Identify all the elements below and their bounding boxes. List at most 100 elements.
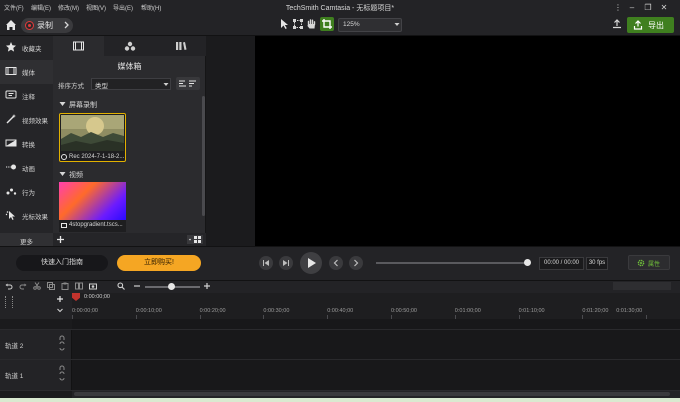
add-track-icon[interactable] [56,295,64,303]
sort-label: 排序方式 [58,83,84,90]
chevron-right-icon[interactable] [62,20,71,30]
timeline-ruler[interactable] [72,293,680,319]
track-header-2[interactable]: 轨道 2 [0,330,72,359]
star-icon [5,41,17,53]
zoom-magnifier-icon[interactable] [117,282,125,290]
rail-more-label: 更多 [20,239,33,246]
group-videos: 视频 [69,172,83,179]
export-icon [633,20,643,30]
crop-handles-icon[interactable] [292,18,304,30]
next-marker-icon[interactable] [349,256,363,270]
panel-scrollbar[interactable] [202,96,205,216]
library-icon [124,41,136,51]
magnet-snap-icon[interactable] [5,296,13,308]
status-strip [0,398,680,402]
rail-item-behaviors[interactable]: 行为 [0,180,53,204]
copy-icon[interactable] [47,282,55,290]
panel-title: 媒体箱 [117,62,142,71]
properties-label: 属性 [648,262,661,268]
app-title: TechSmith Camtasia - 无标题项目* [285,5,395,12]
buy-now-button[interactable]: 立即购买! [117,255,201,271]
crop-tool-icon[interactable] [320,17,334,31]
properties-button[interactable]: 属性 [628,255,670,270]
undo-icon[interactable] [5,282,13,290]
timeline-scroll-thumb[interactable] [74,392,670,396]
gear-icon [637,259,645,267]
rail-label: 转换 [22,142,35,149]
gradient-thumbnail [59,182,126,220]
tab-media-bin[interactable] [53,36,104,56]
maximize-icon[interactable]: ❐ [640,2,656,13]
annotation-icon [5,89,17,101]
tab-library[interactable] [104,36,155,56]
tool-rail: 收藏夹 媒体 注释 视频效果 转换 动画 行为 光标效果 [0,36,53,246]
previous-marker-icon[interactable] [329,256,343,270]
rail-item-media[interactable]: 媒体 [0,60,53,84]
step-forward-icon[interactable] [279,256,293,270]
record-badge-icon [61,154,67,160]
grid-view-icon[interactable] [187,235,203,244]
preview-canvas[interactable] [255,36,680,246]
video-badge-icon [61,223,67,228]
ruler-tick-label: 0:01:30;00 [616,308,643,314]
timeline-zoom-handle[interactable] [168,283,175,290]
zoom-out-icon[interactable] [133,282,141,290]
behavior-icon [5,185,17,197]
redo-icon[interactable] [19,282,27,290]
rail-item-favorites[interactable]: 收藏夹 [0,36,53,60]
ruler-tick-label: 0:01:20;00 [582,308,609,314]
export-label: 导出 [648,21,664,30]
group-expand-icon[interactable] [59,171,66,177]
upload-icon[interactable] [612,19,622,29]
record-dot-icon [25,21,34,30]
step-back-icon[interactable] [259,256,273,270]
panel-tabs [53,36,206,56]
zoom-in-icon[interactable] [203,282,211,290]
chevron-down-icon [394,22,400,27]
paste-icon[interactable] [61,282,69,290]
track-lock-icon[interactable] [58,335,66,353]
pointer-tool-icon[interactable] [279,18,289,30]
rail-item-animations[interactable]: 动画 [0,156,53,180]
rail-item-cursor-effects[interactable]: 光标效果 [0,204,53,228]
rail-more-button[interactable]: 更多 [0,233,53,246]
rail-item-transitions[interactable]: 转换 [0,132,53,156]
play-button[interactable] [300,252,322,274]
scrubber-track[interactable] [376,262,529,264]
ruler-tick-label: 0:01:00;00 [454,308,481,314]
rail-item-video-effects[interactable]: 视频效果 [0,108,53,132]
menu-bar: 文件(F) 编辑(E) 修改(M) 视图(V) 导出(E) 帮助(H) Tech… [0,0,680,15]
view-options-button[interactable] [176,77,200,90]
ruler-tick-label: 0:00:10;00 [135,308,162,314]
snapshot-icon[interactable] [89,282,97,290]
group-expand-icon[interactable] [59,101,66,107]
add-media-icon[interactable] [56,235,65,244]
track-header-column [0,293,72,319]
ruler-tick-label: 0:00:50;00 [391,308,417,314]
ruler-tick-label: 0:01:10;00 [518,308,545,314]
split-icon[interactable] [75,282,83,290]
tab-books[interactable] [155,36,206,56]
track-lock-icon[interactable] [58,365,66,383]
scrubber-handle[interactable] [524,259,531,266]
cut-icon[interactable] [33,282,41,290]
fps-display: 30 fps [586,257,608,270]
track-divider [0,329,680,330]
list-view-icon [179,80,187,87]
collapse-tracks-icon[interactable] [56,306,64,314]
rail-label: 媒体 [22,70,35,77]
rail-item-annotations[interactable]: 注释 [0,84,53,108]
minimize-icon[interactable]: – [624,2,640,13]
sort-value: 类型 [95,83,108,90]
timeline-search-box[interactable] [613,282,671,290]
rail-label: 行为 [22,190,35,197]
home-icon[interactable] [4,18,18,32]
group-screen-recordings: 屏幕录制 [69,102,97,109]
close-icon[interactable]: ✕ [656,2,672,13]
quickstart-guide-button[interactable]: 快速入门指南 [16,255,108,271]
media-item-name: 4stopgradient.tscs... [69,222,123,228]
track-header-1[interactable]: 轨道 1 [0,360,72,390]
rail-label: 视频效果 [22,118,48,125]
track-divider [0,359,680,360]
pan-hand-icon[interactable] [306,18,317,30]
